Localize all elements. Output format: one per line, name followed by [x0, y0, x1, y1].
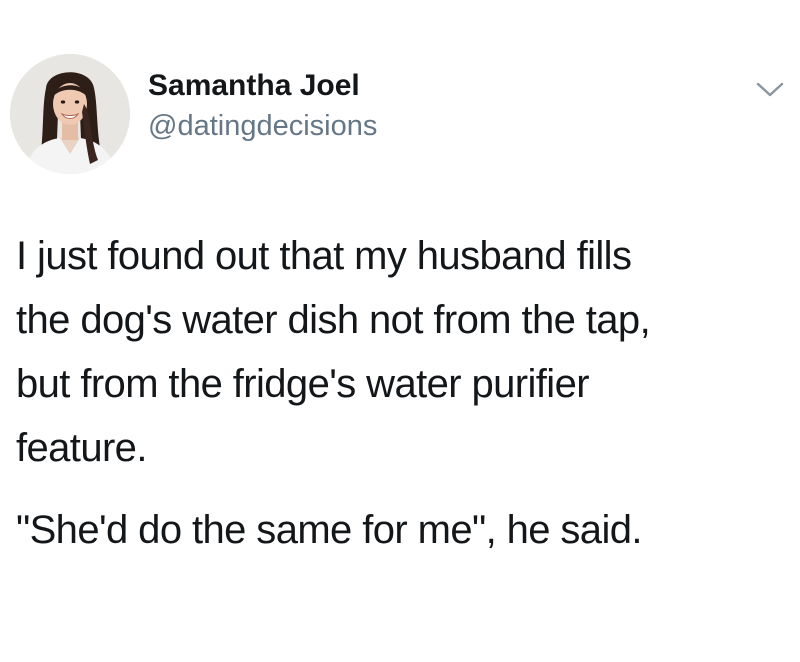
author-handle[interactable]: @datingdecisions	[148, 108, 377, 144]
profile-photo-icon	[10, 54, 130, 174]
tweet-quote-line: "She'd do the same for me", he said.	[16, 508, 643, 552]
author-display-name[interactable]: Samantha Joel	[148, 68, 360, 104]
tweet-line: but from the fridge's water purifier	[16, 362, 590, 406]
tweet-text: I just found out that my husband fills t…	[16, 224, 786, 562]
tweet-line: feature.	[16, 426, 147, 470]
tweet-line: I just found out that my husband fills	[16, 234, 632, 278]
tweet-paragraph: "She'd do the same for me", he said.	[16, 498, 786, 562]
tweet-card: Samantha Joel @datingdecisions I just fo…	[0, 0, 800, 662]
chevron-down-icon[interactable]	[752, 78, 788, 102]
avatar[interactable]	[10, 54, 130, 174]
tweet-line: the dog's water dish not from the tap,	[16, 298, 651, 342]
tweet-paragraph: I just found out that my husband fills t…	[16, 224, 786, 480]
